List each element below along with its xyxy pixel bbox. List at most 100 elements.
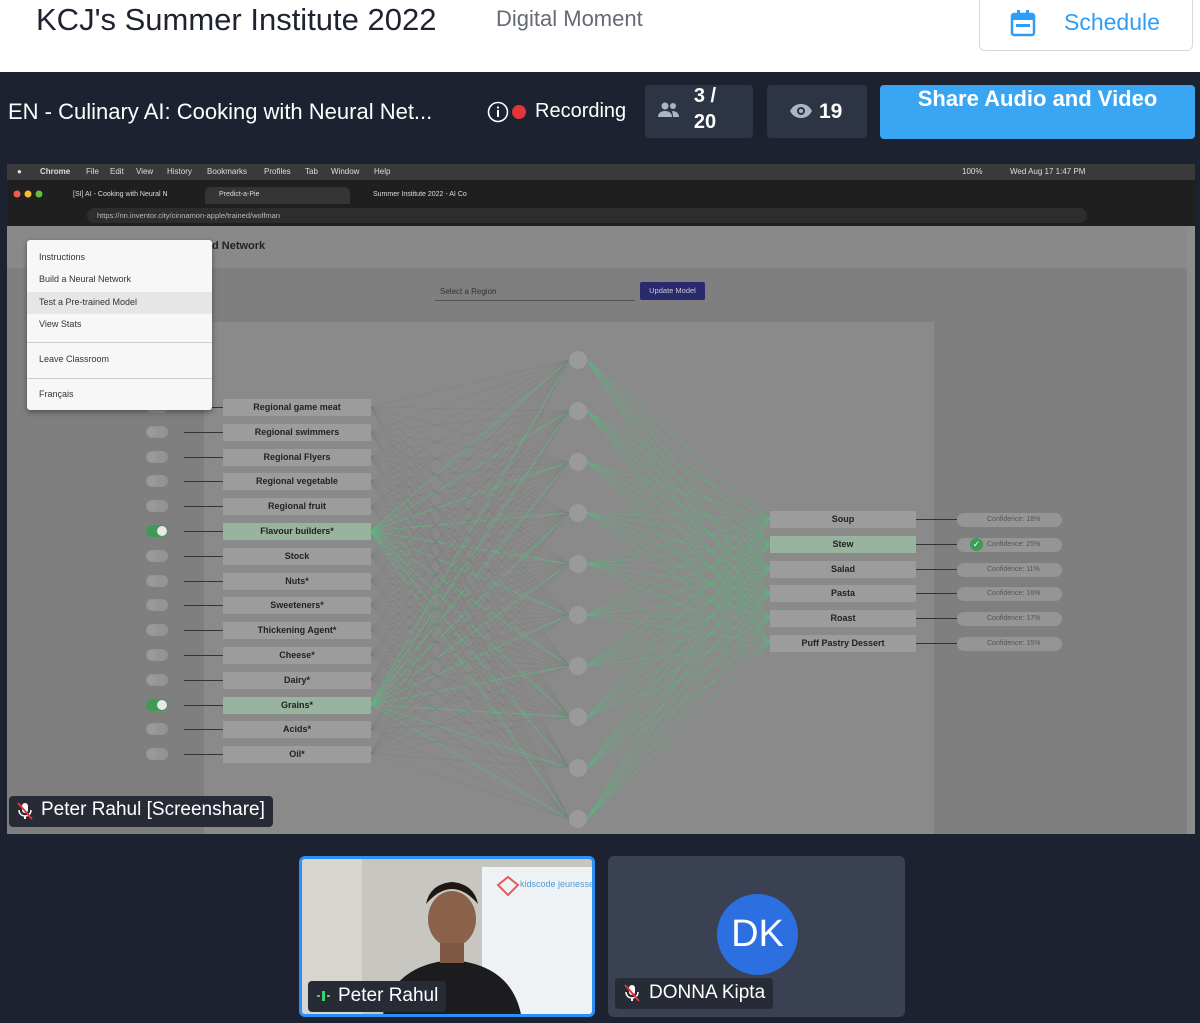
input-connector xyxy=(184,704,224,706)
hidden-output-edge xyxy=(586,543,771,565)
eye-icon xyxy=(790,104,812,118)
input-toggle[interactable] xyxy=(146,525,168,537)
input-toggle[interactable] xyxy=(146,723,168,736)
input-hidden-edge xyxy=(370,679,570,820)
hidden-node xyxy=(569,759,587,777)
participants-count-text: 3 / 20 xyxy=(693,85,717,133)
input-toggle[interactable] xyxy=(146,475,168,488)
browser-tab[interactable]: [SI] AI - Cooking with Neural N xyxy=(59,187,199,204)
confidence-pill: Confidence: 11% xyxy=(957,562,1062,577)
hidden-output-edge xyxy=(586,359,771,594)
hidden-output-edge xyxy=(586,563,771,594)
input-hidden-edge xyxy=(370,410,570,755)
menu-item-test-model[interactable]: Test a Pre-trained Model xyxy=(39,297,137,307)
input-toggle[interactable] xyxy=(146,673,168,686)
input-connector xyxy=(184,555,224,557)
hidden-output-edge xyxy=(586,568,771,820)
mic-muted-icon xyxy=(17,802,33,820)
nav-menu: Instructions Build a Neural Network Test… xyxy=(27,240,212,410)
toggle-knob xyxy=(147,674,157,685)
menu-item-view-stats[interactable]: View Stats xyxy=(39,319,81,329)
hidden-node xyxy=(569,504,587,522)
toggle-knob xyxy=(147,625,157,636)
menu-item-build-network[interactable]: Build a Neural Network xyxy=(39,274,131,284)
menu-item-language[interactable]: Français xyxy=(39,389,74,399)
confidence-pill: Confidence: 18% xyxy=(957,513,1062,527)
input-toggle[interactable] xyxy=(146,599,168,612)
event-header: KCJ's Summer Institute 2022 Digital Mome… xyxy=(0,0,1200,72)
input-toggle[interactable] xyxy=(146,624,168,637)
hidden-node xyxy=(569,810,587,828)
participant-name: DONNA Kipta xyxy=(649,982,766,1003)
event-title: KCJ's Summer Institute 2022 xyxy=(36,2,437,37)
input-hidden-edge xyxy=(370,410,570,457)
toggle-knob xyxy=(157,699,167,710)
input-toggle[interactable] xyxy=(146,425,168,438)
input-hidden-edge xyxy=(370,605,570,769)
input-toggle[interactable] xyxy=(146,574,168,587)
input-connector xyxy=(184,456,224,458)
input-toggle[interactable] xyxy=(146,500,168,513)
calendar-icon xyxy=(1010,9,1036,36)
input-hidden-edge xyxy=(370,563,570,755)
hidden-output-edge xyxy=(586,617,771,820)
output-connector xyxy=(916,618,958,620)
toggle-knob xyxy=(147,426,157,437)
hidden-node xyxy=(569,453,587,471)
toggle-knob xyxy=(147,575,157,586)
input-node: Regional game meat xyxy=(223,399,371,416)
input-toggle[interactable] xyxy=(146,649,168,661)
input-node: Oil* xyxy=(223,746,371,764)
schedule-button[interactable]: Schedule xyxy=(979,0,1193,51)
input-connector xyxy=(184,655,224,656)
toggle-knob xyxy=(147,501,157,512)
input-node: Sweeteners* xyxy=(223,597,371,615)
input-hidden-edge xyxy=(370,716,570,730)
viewers-count-text: 19 xyxy=(819,100,843,123)
hidden-node xyxy=(569,402,587,420)
mac-menu-item: Help xyxy=(374,167,391,176)
hidden-output-edge xyxy=(586,642,771,667)
hidden-output-edge xyxy=(586,568,771,769)
menu-item-instructions[interactable]: Instructions xyxy=(39,252,85,262)
info-icon[interactable] xyxy=(487,101,509,123)
hidden-output-edge xyxy=(586,518,771,565)
toggle-knob xyxy=(147,600,157,611)
hidden-output-edge xyxy=(586,461,771,594)
input-toggle[interactable] xyxy=(146,549,168,562)
toggle-knob xyxy=(147,476,157,487)
hidden-node xyxy=(569,555,587,573)
input-connector xyxy=(184,605,224,607)
recording-label: Recording xyxy=(535,100,627,122)
input-node: Regional fruit xyxy=(223,498,371,516)
browser-tab-active[interactable]: Predict-a-Pie xyxy=(205,187,350,204)
viewers-count[interactable]: 19 xyxy=(767,85,867,138)
mac-menu-item: Edit xyxy=(110,167,124,176)
input-toggle[interactable] xyxy=(146,450,168,463)
browser-tab[interactable]: Summer Institute 2022 - AI Co xyxy=(359,187,499,204)
share-audio-video-button[interactable]: Share Audio and Video xyxy=(880,85,1195,139)
hidden-output-edge xyxy=(586,642,771,769)
schedule-label: Schedule xyxy=(1064,9,1160,35)
participant-name-tag: DONNA Kipta xyxy=(615,978,774,1009)
participants-count[interactable]: 3 / 20 xyxy=(645,85,753,138)
mac-menubar: ● Chrome File Edit View History Bookmark… xyxy=(7,164,1195,180)
input-toggle[interactable] xyxy=(146,698,168,711)
output-node: Stew xyxy=(770,535,916,553)
output-node: Pasta xyxy=(770,585,916,603)
menu-item-leave-classroom[interactable]: Leave Classroom xyxy=(39,354,109,364)
input-toggle[interactable] xyxy=(146,748,168,761)
toggle-knob xyxy=(157,526,167,536)
input-node: Thickening Agent* xyxy=(223,622,371,640)
event-subtitle: Digital Moment xyxy=(496,6,643,31)
toggle-knob xyxy=(147,650,157,660)
people-icon xyxy=(658,102,679,117)
toggle-knob xyxy=(147,550,157,561)
hidden-output-edge xyxy=(586,410,771,569)
hidden-output-edge xyxy=(586,543,771,718)
output-node: Puff Pastry Dessert xyxy=(770,635,916,652)
participant-tile-peter[interactable]: kidscode jeunesse Peter Rahul xyxy=(299,856,595,1017)
input-connector xyxy=(184,679,224,681)
hidden-node xyxy=(569,606,587,624)
url-bar[interactable]: https://nn.inventor.city/cinnamon-apple/… xyxy=(87,208,1087,223)
